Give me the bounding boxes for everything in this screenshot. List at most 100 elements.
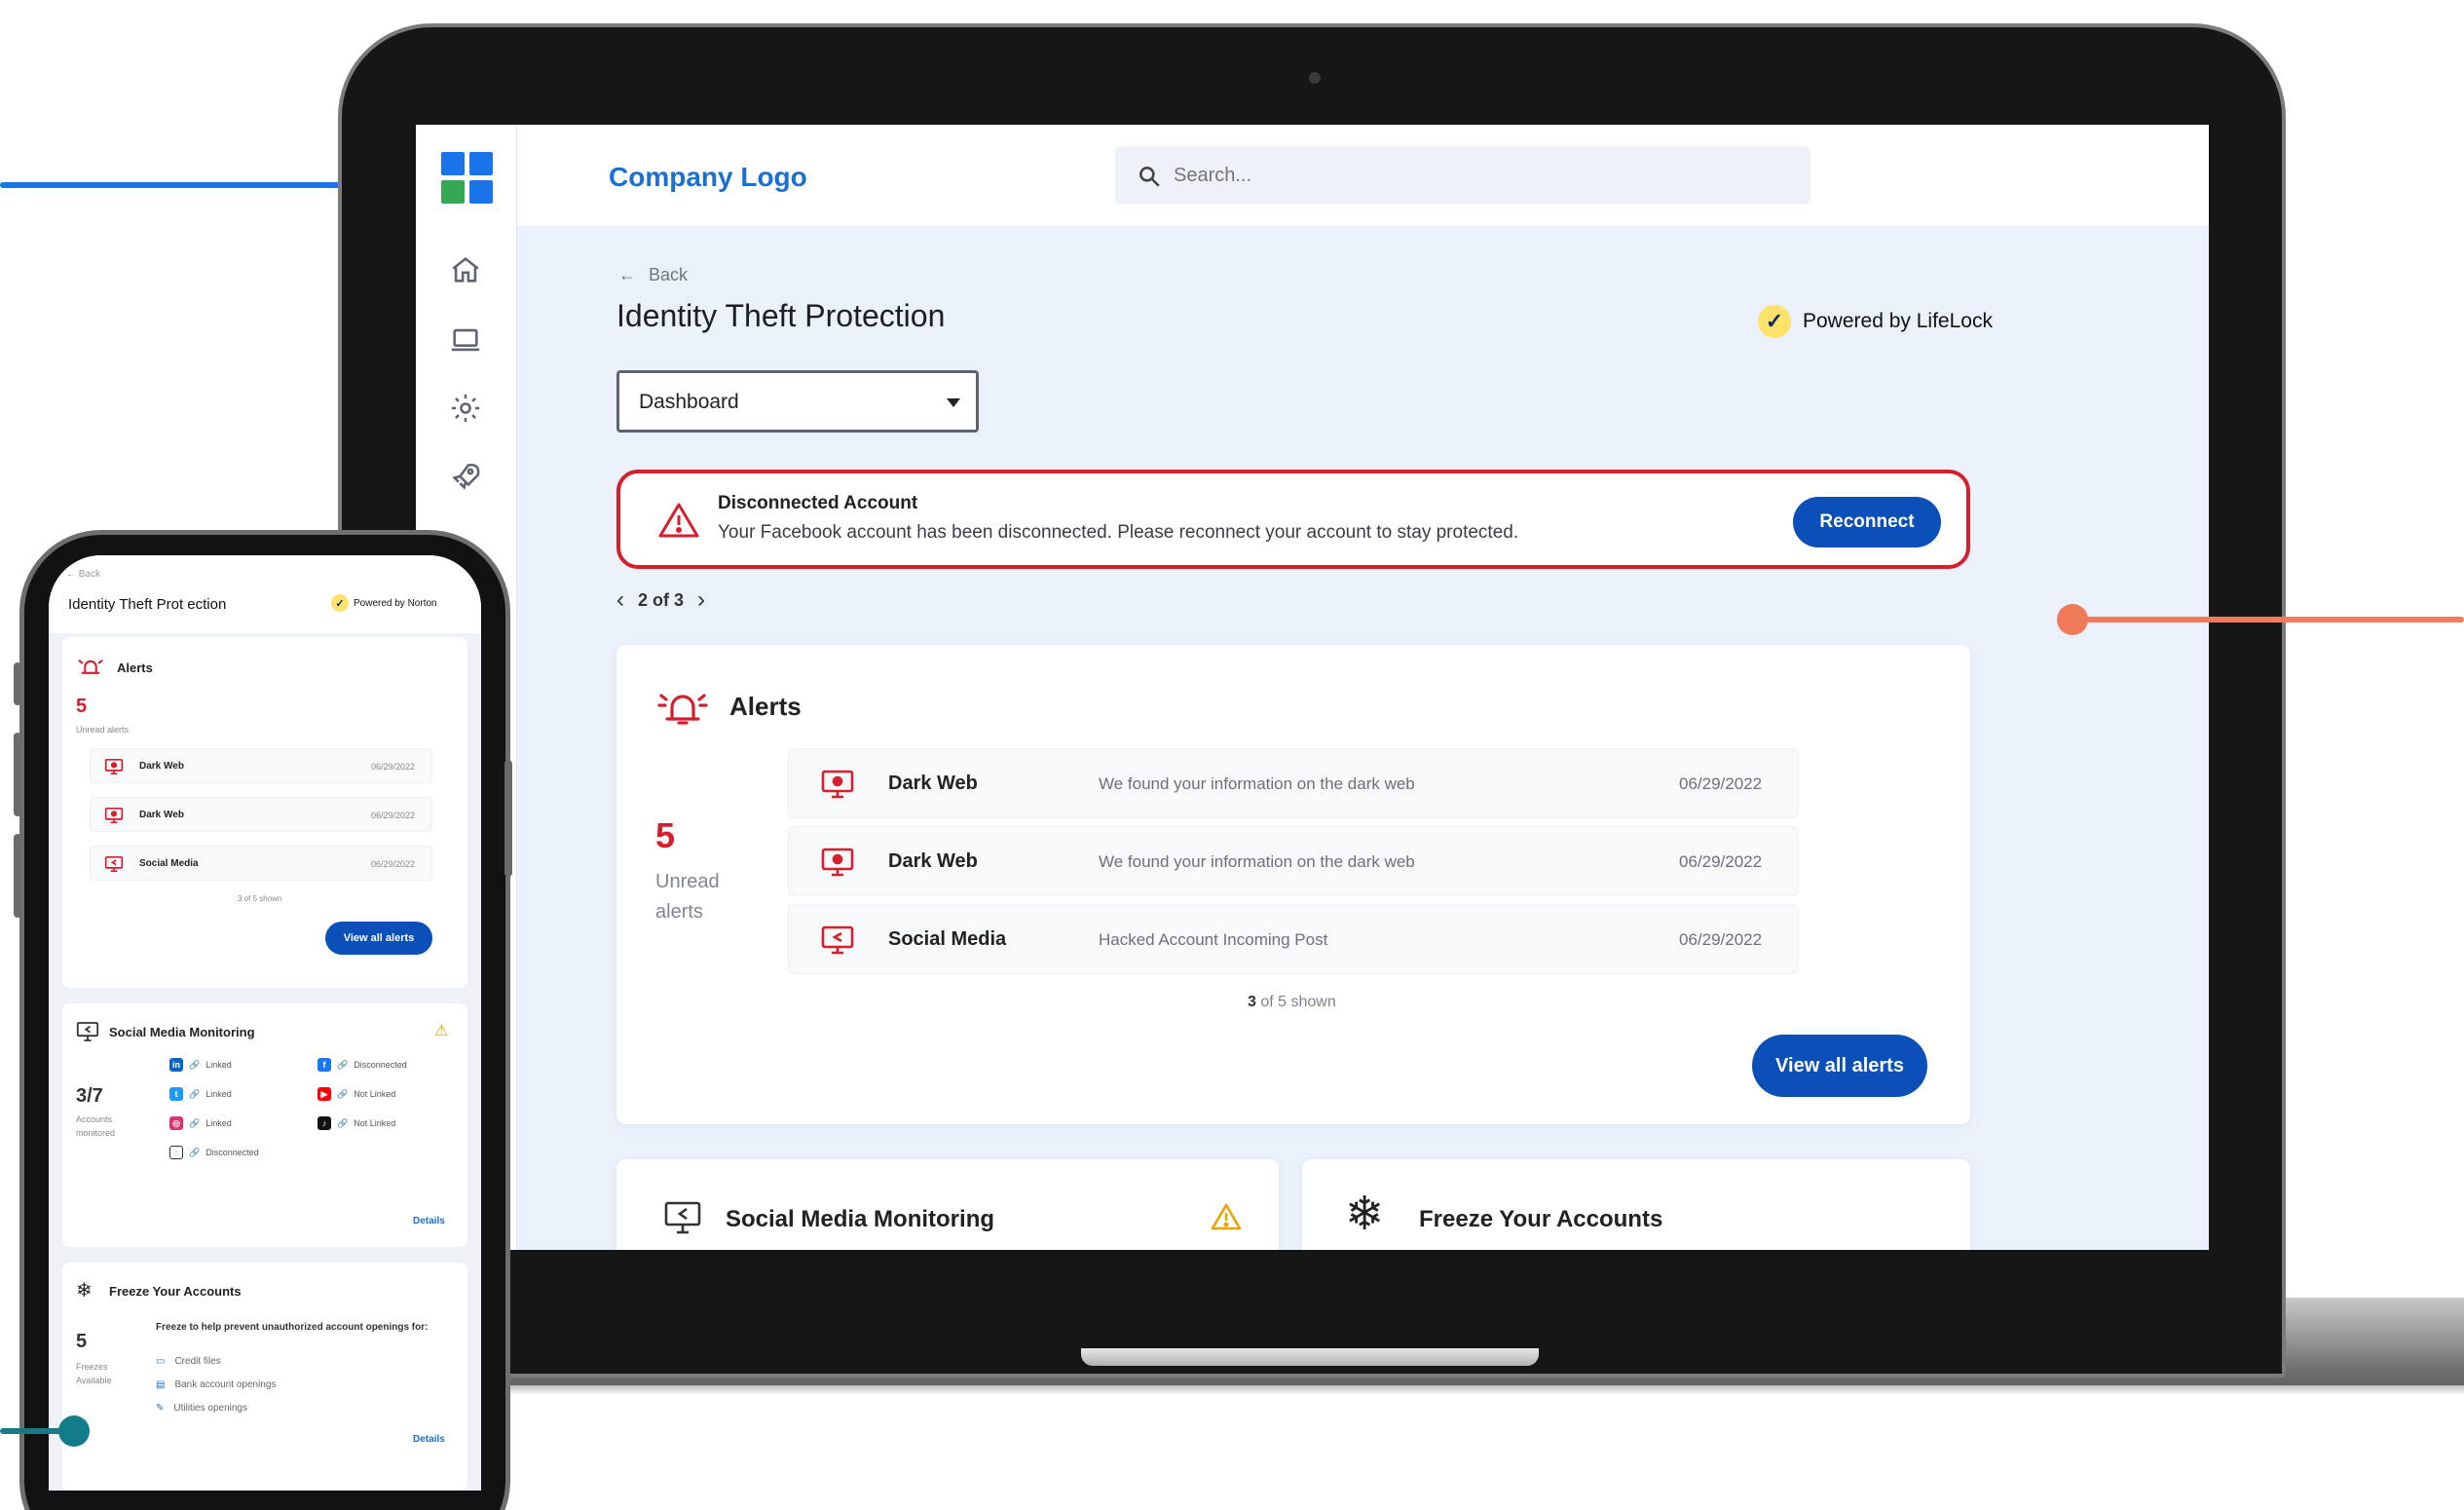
phone-social-count: 3/7 [76, 1085, 103, 1107]
phone-social-count-label: Accounts monitored [76, 1114, 116, 1138]
status-label: Not Linked [354, 1089, 396, 1099]
view-select-value: Dashboard [639, 391, 739, 413]
alert-type: Dark Web [888, 850, 978, 872]
dark-web-monitor-icon [820, 769, 855, 800]
phone-freeze-card: ❄ Freeze Your Accounts 5 Freezes Availab… [62, 1263, 467, 1491]
phone-alerts-title: Alerts [117, 661, 153, 675]
phone-view-all-alerts-button[interactable]: View all alerts [325, 922, 432, 955]
alert-row[interactable]: Dark Web We found your information on th… [788, 748, 1799, 818]
phone-alert-row[interactable]: Social Media 06/29/2022 [90, 846, 432, 881]
powered-by-badge: ✓ Powered by LifeLock [1758, 302, 1993, 341]
alert-date: 06/29/2022 [1679, 852, 1763, 871]
phone-alert-row[interactable]: Dark Web 06/29/2022 [90, 797, 432, 832]
phone-alert-type: Social Media [139, 858, 199, 869]
chevron-left-icon[interactable]: ‹ [616, 586, 624, 614]
phone-social-details-link[interactable]: Details [413, 1216, 445, 1227]
snowflake-icon: ❄ [1345, 1189, 1385, 1240]
freeze-item: ▤ Bank account openings [156, 1379, 276, 1390]
phone-back-link[interactable]: ← Back [66, 569, 100, 580]
alert-date: 06/29/2022 [1679, 930, 1763, 949]
shown-number: 3 [1248, 994, 1256, 1010]
warning-icon [657, 501, 700, 540]
alert-message: We found your information on the dark we… [1099, 774, 1415, 793]
powered-by-label: Powered by LifeLock [1803, 310, 1993, 332]
phone-alerts-shown: 3 of 5 shown [238, 894, 282, 903]
phone-header: ← Back Identity Theft Prot ection ✓ Powe… [49, 555, 481, 633]
phone-social-card: Social Media Monitoring ⚠ 3/7 Accounts m… [62, 1003, 467, 1247]
arrow-left-icon: ← [618, 265, 636, 284]
phone-alert-date: 06/29/2022 [371, 762, 416, 772]
status-label: Not Linked [354, 1118, 396, 1128]
facebook-icon: f [317, 1058, 331, 1072]
phone-powered-by: ✓ Powered by Norton [331, 594, 437, 612]
freeze-item-label: Utilities openings [173, 1403, 247, 1414]
link-icon: 🔗 [337, 1088, 349, 1099]
social-media-monitor-icon [820, 925, 855, 956]
search-input[interactable] [1174, 160, 1777, 191]
phone-unread-label: Unread alerts [76, 725, 130, 735]
check-badge-icon: ✓ [331, 594, 349, 612]
back-link[interactable]: ← Back [618, 265, 688, 285]
link-icon: 🔗 [337, 1117, 349, 1128]
phone-social-title: Social Media Monitoring [109, 1025, 255, 1039]
phone-back-label: Back [78, 569, 101, 580]
back-label: Back [649, 265, 689, 284]
view-select[interactable]: Dashboard [616, 370, 979, 433]
app-grid-icon[interactable] [441, 152, 494, 205]
shown-suffix: of 5 shown [1260, 994, 1336, 1010]
reconnect-button[interactable]: Reconnect [1793, 497, 1941, 547]
warning-icon [1211, 1202, 1242, 1231]
alarm-bell-icon [655, 684, 710, 729]
status-label: Disconnected [205, 1148, 259, 1157]
view-all-alerts-button[interactable]: View all alerts [1752, 1035, 1927, 1097]
laptop-icon[interactable] [449, 323, 482, 357]
alert-row[interactable]: Social Media Hacked Account Incoming Pos… [788, 904, 1799, 974]
freeze-item: ✎ Utilities openings [156, 1403, 247, 1414]
credit-card-icon: ▭ [156, 1356, 166, 1367]
phone-freeze-details-link[interactable]: Details [413, 1434, 445, 1445]
alert-type: Dark Web [888, 773, 978, 794]
search-icon [1137, 164, 1162, 189]
status-label: Linked [205, 1118, 232, 1128]
laptop-screen: Company Logo ← Back Identity Theft Prote… [416, 125, 2209, 1250]
phone-alert-date: 06/29/2022 [371, 811, 416, 820]
link-icon: 🔗 [189, 1088, 201, 1099]
phone-freeze-count: 5 [76, 1331, 88, 1352]
phone-alert-date: 06/29/2022 [371, 859, 416, 869]
instagram-icon: ◎ [169, 1116, 183, 1130]
link-icon: 🔗 [189, 1147, 201, 1157]
instagram-status: ◎ 🔗 Linked [169, 1116, 232, 1130]
gear-icon[interactable] [449, 392, 482, 425]
tiktok-status: ♪ 🔗 Not Linked [317, 1116, 395, 1130]
alert-row[interactable]: Dark Web We found your information on th… [788, 826, 1799, 896]
social-monitor-icon [663, 1200, 702, 1235]
youtube-status: ▶ 🔗 Not Linked [317, 1087, 395, 1101]
pager-label: 2 of 3 [638, 589, 685, 610]
alert-message: Hacked Account Incoming Post [1099, 930, 1328, 949]
linkedin-icon: in [169, 1058, 183, 1072]
search-box[interactable] [1115, 146, 1811, 205]
alert-date: 06/29/2022 [1679, 774, 1763, 793]
link-icon: 🔗 [189, 1059, 201, 1070]
dark-web-monitor-icon [104, 758, 124, 775]
company-logo[interactable]: Company Logo [609, 162, 807, 193]
phone-alert-row[interactable]: Dark Web 06/29/2022 [90, 748, 432, 783]
unread-alerts-count: 5 [655, 815, 676, 855]
home-icon[interactable] [449, 253, 482, 286]
rocket-icon[interactable] [449, 460, 482, 493]
phone-powered-label: Powered by Norton [354, 597, 437, 609]
bank-icon: ▤ [156, 1379, 166, 1390]
chevron-right-icon[interactable]: › [697, 586, 705, 614]
snowflake-icon: ❄ [76, 1280, 93, 1302]
snapchat-icon: ◌ [169, 1146, 183, 1159]
status-label: Linked [205, 1089, 232, 1099]
phone-screen: ← Back Identity Theft Prot ection ✓ Powe… [49, 555, 481, 1491]
tiktok-icon: ♪ [317, 1116, 331, 1130]
alerts-card: Alerts 5 Unread alerts Dark Web We found… [616, 645, 1970, 1124]
alerts-shown-count: 3 of 5 shown [1248, 994, 1336, 1011]
freeze-accounts-card: ❄ Freeze Your Accounts [1302, 1159, 1970, 1250]
disconnected-account-banner: Disconnected Account Your Facebook accou… [616, 470, 1970, 569]
phone-alert-type: Dark Web [139, 810, 184, 820]
banner-title: Disconnected Account [718, 493, 918, 513]
phone-freeze-count-label: Freezes Available [76, 1362, 112, 1385]
